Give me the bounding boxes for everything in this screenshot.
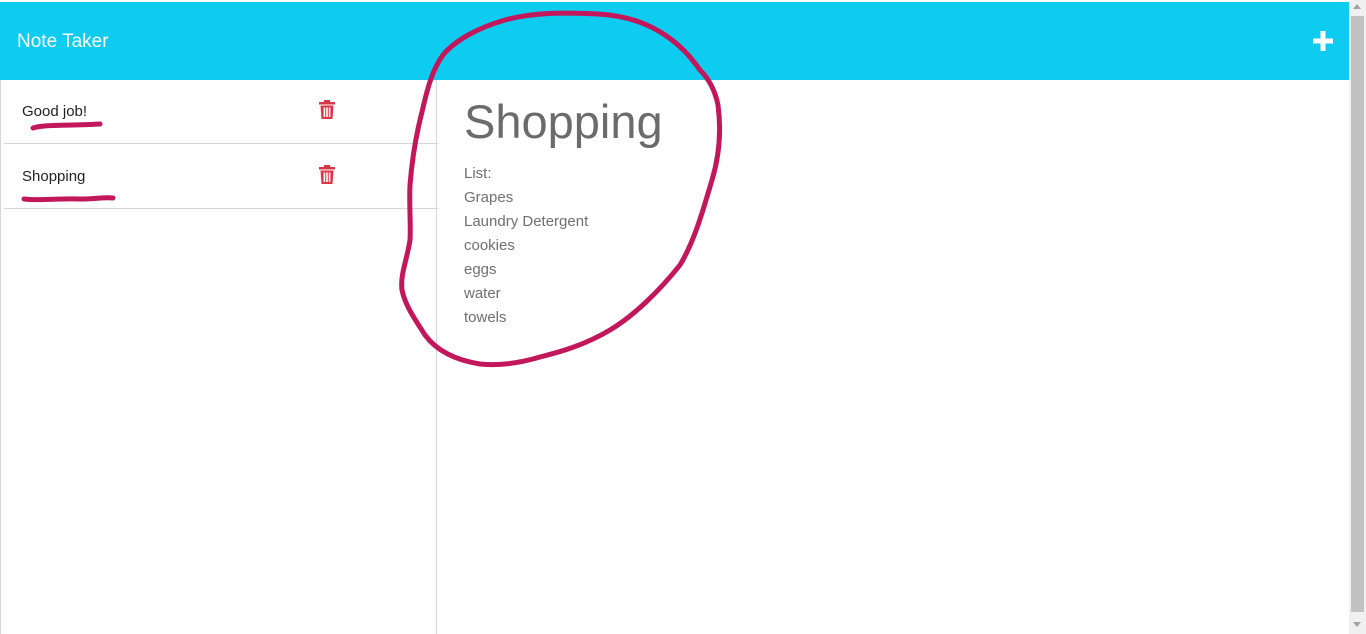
scroll-up-icon[interactable] [1353,4,1361,9]
note-text[interactable]: List: Grapes Laundry Detergent cookies e… [464,162,588,330]
note-view: Shopping List: Grapes Laundry Detergent … [438,80,1349,634]
note-line: eggs [464,261,497,278]
note-line: water [464,285,501,302]
trash-icon[interactable] [318,100,336,120]
note-taker-page: Note Taker Good job! Shopping Shopping L… [0,0,1366,634]
note-line: Grapes [464,189,514,206]
plus-icon [1313,31,1333,51]
note-line: Laundry Detergent [464,213,589,230]
brand-title[interactable]: Note Taker [17,30,109,54]
note-line: List: [464,165,492,182]
trash-icon[interactable] [318,165,336,185]
note-title[interactable]: Shopping [464,94,663,150]
vertical-scrollbar[interactable] [1349,0,1366,634]
list-item[interactable]: Good job! [4,80,438,144]
scrollbar-thumb[interactable] [1351,16,1364,612]
notes-sidebar: Good job! Shopping [0,80,438,634]
note-line: towels [464,309,507,326]
note-line: cookies [464,237,515,254]
scroll-down-icon[interactable] [1353,622,1361,627]
list-item[interactable]: Shopping [4,145,438,209]
new-note-button[interactable] [1306,24,1340,58]
navbar: Note Taker [0,2,1349,80]
note-list-title[interactable]: Good job! [22,103,87,121]
note-list-title[interactable]: Shopping [22,168,85,186]
